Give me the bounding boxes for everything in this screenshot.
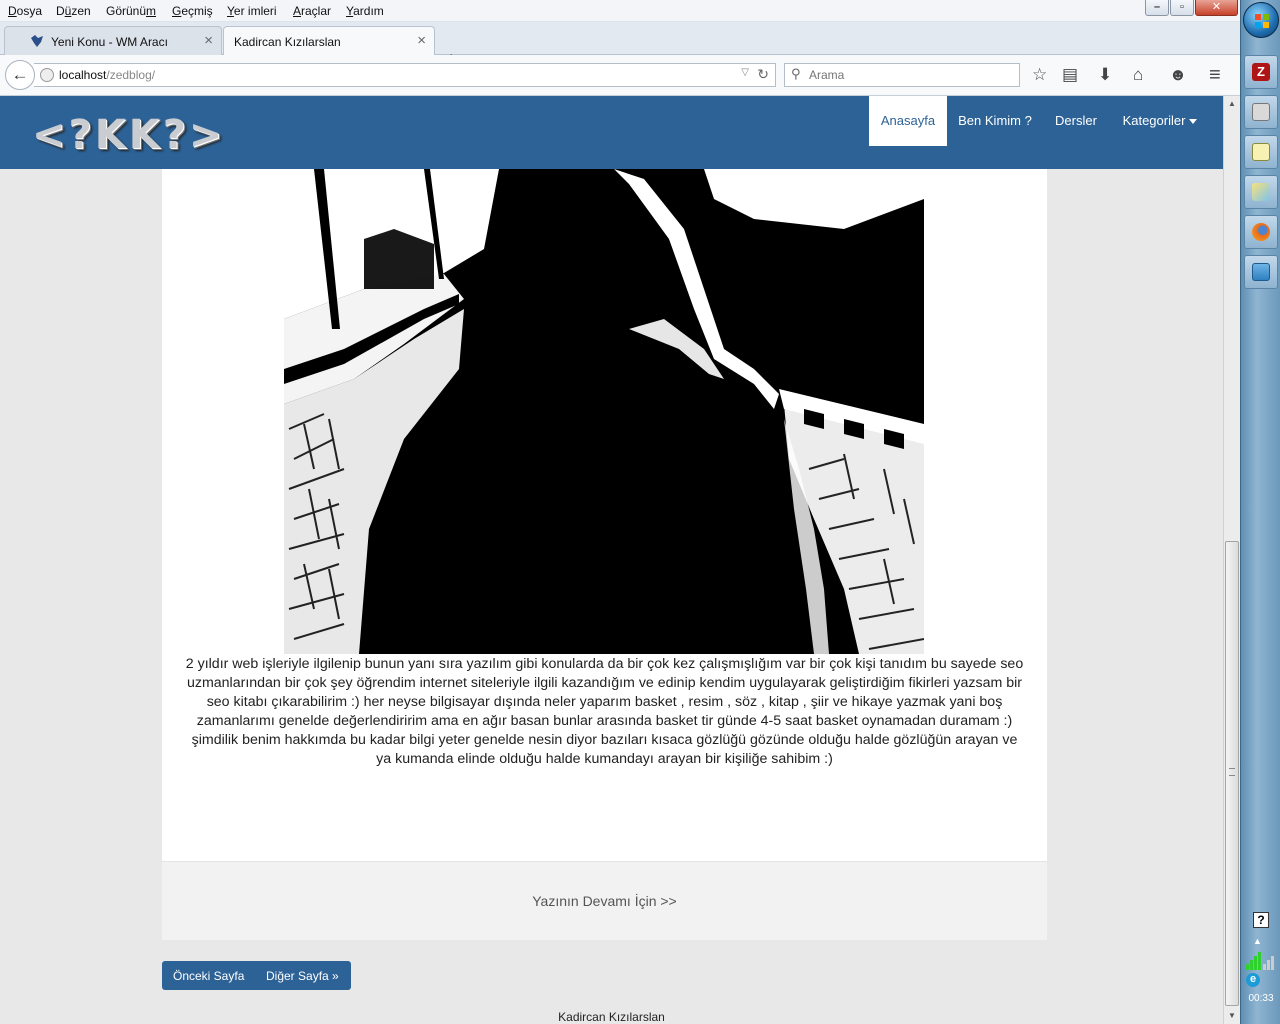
- chat-icon[interactable]: ☻: [1169, 65, 1187, 85]
- site-logo[interactable]: <?KK?>: [32, 112, 225, 158]
- tab-yeni-konu[interactable]: Yeni Konu - WM Aracı ×: [4, 26, 222, 55]
- notepad-icon: [1252, 143, 1270, 161]
- taskbar-printer[interactable]: [1244, 95, 1278, 129]
- pagination: Önceki Sayfa Diğer Sayfa »: [162, 961, 351, 990]
- reload-icon[interactable]: ↻: [757, 66, 769, 83]
- signal-strength-icon[interactable]: [1245, 952, 1277, 970]
- search-box[interactable]: ⚲: [784, 63, 1020, 87]
- ie-tray-icon[interactable]: e: [1246, 973, 1260, 987]
- filezilla-icon: Z: [1252, 63, 1270, 81]
- downloads-icon[interactable]: ⬇: [1098, 65, 1112, 85]
- menu-gecmis[interactable]: Geçmiş: [172, 4, 213, 18]
- menu-yer-imleri[interactable]: Yer imleri: [227, 4, 277, 18]
- tab-title: Yeni Konu - WM Aracı: [51, 35, 168, 49]
- taskbar-firefox[interactable]: [1244, 215, 1278, 249]
- windows-taskbar: Z ? ▲ e 00:33: [1240, 0, 1280, 1024]
- search-icon: ⚲: [791, 66, 801, 81]
- post-body-text: 2 yıldır web işleriyle ilgilenip bunun y…: [185, 656, 1024, 767]
- chevron-down-icon: [1189, 119, 1198, 125]
- taskbar-network[interactable]: [1244, 255, 1278, 289]
- back-button[interactable]: ←: [5, 60, 35, 90]
- url-bar[interactable]: localhost/zedblog/ ▽ ↻: [34, 63, 776, 87]
- menu-gorunum[interactable]: Görünüm: [106, 4, 156, 18]
- read-more-bar: Yazının Devamı İçin >>: [162, 861, 1047, 940]
- show-hidden-icons-icon[interactable]: ▲: [1253, 936, 1262, 946]
- nav-anasayfa[interactable]: Anasayfa: [869, 96, 947, 146]
- back-arrow-icon: ←: [11, 65, 29, 84]
- tab-bar: Yeni Konu - WM Aracı × Kadircan Kızılars…: [0, 22, 1240, 69]
- start-button[interactable]: [1243, 2, 1279, 38]
- site-navbar: <?KK?> Anasayfa Ben Kimim ? Dersler Kate…: [0, 96, 1223, 169]
- vertical-scrollbar[interactable]: ▲ ▼: [1223, 96, 1240, 1024]
- close-window-button[interactable]: ✕: [1195, 0, 1238, 16]
- search-input[interactable]: [809, 68, 1009, 82]
- read-more-link[interactable]: Yazının Devamı İçin >>: [162, 893, 1047, 909]
- post-image: [284, 169, 924, 654]
- tab-close-icon[interactable]: ×: [417, 32, 426, 49]
- tab-kadircan[interactable]: Kadircan Kızılarslan ×: [223, 26, 435, 56]
- prev-page-button[interactable]: Önceki Sayfa: [173, 969, 244, 983]
- wm-favicon-icon: [31, 35, 43, 47]
- tab-close-icon[interactable]: ×: [204, 32, 213, 49]
- menu-bar: Dosya Düzen Görünüm Geçmiş Yer imleri Ar…: [0, 0, 1240, 22]
- network-icon: [1252, 263, 1270, 281]
- help-icon[interactable]: ?: [1253, 912, 1269, 928]
- reading-list-icon[interactable]: ▤: [1062, 65, 1078, 85]
- nav-toolbar: localhost/zedblog/ ▽ ↻ ← ⚲ ☆ ▤ ⬇ ⌂ ☻ ≡: [0, 55, 1240, 96]
- restore-button[interactable]: ▫: [1170, 0, 1194, 16]
- printer-icon: [1252, 103, 1270, 121]
- hamburger-menu-icon[interactable]: ≡: [1209, 65, 1221, 85]
- taskbar-notepad[interactable]: [1244, 135, 1278, 169]
- nav-dersler[interactable]: Dersler: [1044, 96, 1108, 146]
- bookmark-star-icon[interactable]: ☆: [1032, 65, 1047, 85]
- clock[interactable]: 00:33: [1241, 993, 1280, 1004]
- menu-dosya[interactable]: Dosya: [8, 4, 42, 18]
- paint-icon: [1252, 183, 1270, 201]
- next-page-button[interactable]: Diğer Sayfa »: [266, 969, 339, 983]
- scroll-thumb[interactable]: [1225, 541, 1239, 1006]
- url-dropdown-icon[interactable]: ▽: [741, 67, 749, 78]
- taskbar-filezilla[interactable]: Z: [1244, 55, 1278, 89]
- menu-yardim[interactable]: Yardım: [346, 4, 384, 18]
- page-viewport: <?KK?> Anasayfa Ben Kimim ? Dersler Kate…: [0, 96, 1223, 1024]
- windows-logo-icon: [1255, 14, 1269, 28]
- nav-kategoriler[interactable]: Kategoriler: [1112, 96, 1208, 146]
- menu-araclar[interactable]: Araçlar: [293, 4, 331, 18]
- url-text[interactable]: localhost/zedblog/: [59, 68, 155, 82]
- scroll-down-icon[interactable]: ▼: [1224, 1008, 1240, 1024]
- grip-icon: [1229, 768, 1235, 776]
- home-icon[interactable]: ⌂: [1133, 65, 1143, 85]
- menu-duzen[interactable]: Düzen: [56, 4, 91, 18]
- nav-ben-kimim[interactable]: Ben Kimim ?: [949, 96, 1041, 146]
- post-card: 2 yıldır web işleriyle ilgilenip bunun y…: [162, 169, 1047, 861]
- taskbar-paint[interactable]: [1244, 175, 1278, 209]
- minimize-button[interactable]: –: [1145, 0, 1169, 16]
- tab-title: Kadircan Kızılarslan: [234, 35, 341, 49]
- firefox-icon: [1252, 223, 1270, 241]
- globe-icon: [40, 68, 54, 82]
- scroll-up-icon[interactable]: ▲: [1224, 96, 1240, 112]
- footer-text: Kadircan Kızılarslan: [558, 1010, 665, 1024]
